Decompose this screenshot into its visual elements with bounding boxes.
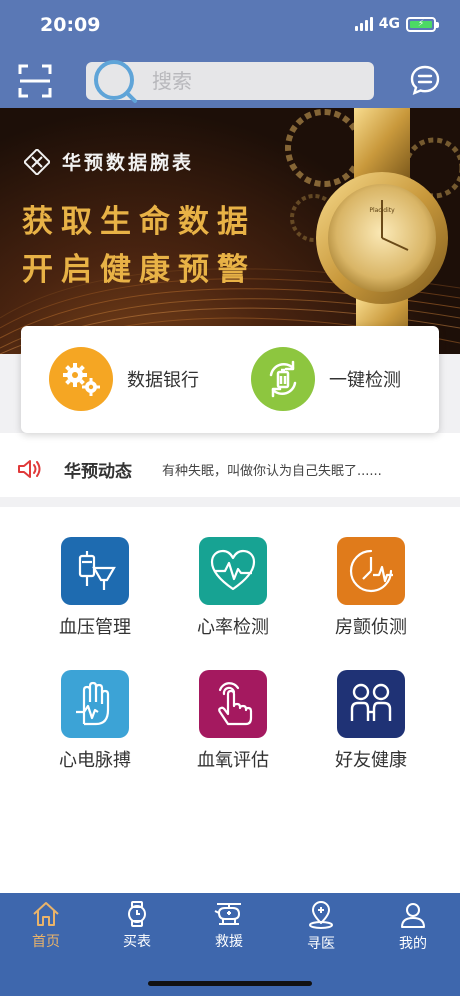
feature-heart-rate[interactable]: 心率检测	[163, 537, 303, 647]
promo-banner[interactable]: 华预数据腕表 获取生命数据 开启健康预警 Placidity	[0, 108, 460, 354]
brand-logo-icon	[24, 148, 50, 175]
search-icon	[94, 60, 137, 103]
home-icon	[33, 902, 59, 926]
feature-grid: 血压管理 心率检测 房颤侦测 心电脉搏 血氧评估 好友健康	[0, 507, 460, 893]
bottom-tab-bar: 首页 买表 救援 寻医 我的	[0, 893, 460, 996]
banner-slogan-line2: 开启健康预警	[22, 252, 256, 288]
one-click-test-label: 一键检测	[329, 370, 401, 391]
banner-slogan-line1: 获取生命数据	[22, 204, 256, 240]
clock-pulse-icon	[337, 537, 405, 605]
status-indicators: 4G ⚡	[354, 16, 439, 32]
watch-brand-label: Placidity	[369, 207, 395, 214]
feature-label: 血氧评估	[197, 750, 269, 771]
tab-rescue[interactable]: 救援	[199, 901, 259, 961]
network-type: 4G	[378, 16, 400, 32]
home-indicator	[148, 981, 312, 986]
app-header: 20:09 4G ⚡	[0, 0, 460, 108]
feature-blood-oxygen[interactable]: 血氧评估	[163, 670, 303, 780]
status-bar: 20:09 4G ⚡	[0, 0, 460, 50]
feature-label: 心率检测	[197, 617, 269, 638]
gold-watch-image: Placidity	[285, 108, 460, 354]
touch-icon	[199, 670, 267, 738]
tab-label: 寻医	[307, 936, 335, 952]
tab-label: 救援	[215, 934, 243, 950]
tab-buy-watch[interactable]: 买表	[107, 901, 167, 961]
feature-label: 心电脉搏	[59, 750, 131, 771]
battery-icon: ⚡	[406, 16, 439, 32]
feature-ecg-pulse[interactable]: 心电脉搏	[25, 670, 165, 780]
data-bank-label: 数据银行	[127, 370, 199, 391]
news-title: 华预动态	[64, 462, 132, 482]
message-icon	[410, 65, 440, 96]
hand-pulse-icon	[61, 670, 129, 738]
tab-home[interactable]: 首页	[16, 901, 76, 961]
friends-icon	[337, 670, 405, 738]
watch-icon	[128, 901, 146, 927]
tab-find-doctor[interactable]: 寻医	[291, 901, 351, 961]
tab-profile[interactable]: 我的	[383, 901, 443, 961]
message-button[interactable]	[409, 64, 441, 96]
feature-blood-pressure[interactable]: 血压管理	[25, 537, 165, 647]
search-input[interactable]	[152, 62, 362, 100]
signal-icon	[354, 17, 373, 31]
helicopter-icon	[214, 903, 241, 925]
tab-label: 首页	[32, 934, 60, 950]
one-click-test-button[interactable]: 一键检测	[251, 346, 401, 412]
user-icon	[401, 903, 425, 928]
tab-label: 我的	[399, 936, 427, 952]
feature-label: 血压管理	[59, 617, 131, 638]
quick-actions-card: 数据银行 一键检测	[21, 326, 439, 433]
gears-icon	[49, 347, 113, 411]
heart-rate-icon	[199, 537, 267, 605]
news-headline[interactable]: 有种失眠，叫做你认为自己失眠了......	[162, 460, 382, 479]
status-time: 20:09	[40, 14, 101, 36]
doctor-location-icon	[309, 901, 333, 929]
data-bank-button[interactable]: 数据银行	[49, 346, 199, 412]
search-bar[interactable]	[86, 60, 374, 103]
feature-label: 房颤侦测	[335, 617, 407, 638]
feature-friends-health[interactable]: 好友健康	[301, 670, 441, 780]
feature-afib-detection[interactable]: 房颤侦测	[301, 537, 441, 647]
refresh-battery-icon	[251, 347, 315, 411]
news-ticker[interactable]: 华预动态 有种失眠，叫做你认为自己失眠了......	[0, 433, 460, 497]
blood-pressure-icon	[61, 537, 129, 605]
banner-brand-name: 华预数据腕表	[62, 152, 195, 174]
scan-icon	[18, 64, 52, 98]
speaker-icon	[18, 460, 41, 478]
feature-label: 好友健康	[335, 750, 407, 771]
tab-label: 买表	[123, 934, 151, 950]
banner-brand: 华预数据腕表	[24, 148, 194, 175]
scan-button[interactable]	[18, 64, 52, 98]
